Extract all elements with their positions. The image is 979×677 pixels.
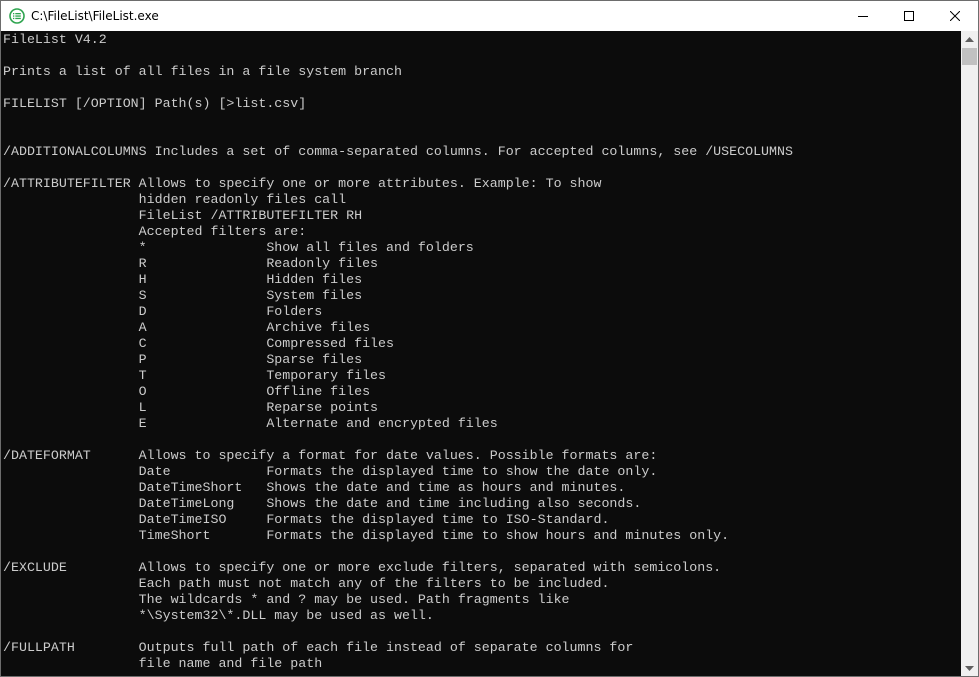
console-line: Accepted filters are:: [3, 224, 307, 239]
console-line: Prints a list of all files in a file sys…: [3, 64, 402, 79]
console-line: E Alternate and encrypted files: [3, 416, 498, 431]
console-line: L Reparse points: [3, 400, 379, 415]
scroll-thumb[interactable]: [962, 48, 977, 65]
console-line: /ADDITIONALCOLUMNS Includes a set of com…: [3, 144, 793, 159]
console-line: C Compressed files: [3, 336, 394, 351]
console-line: file name and file path: [3, 656, 323, 671]
vertical-scrollbar[interactable]: [961, 31, 978, 676]
console-line: O Offline files: [3, 384, 371, 399]
filelist-app-icon: [9, 8, 25, 24]
console-line: * Show all files and folders: [3, 240, 474, 255]
console-line: *\System32\*.DLL may be used as well.: [3, 608, 434, 623]
console-line: R Readonly files: [3, 256, 379, 271]
console-line: T Temporary files: [3, 368, 387, 383]
close-button[interactable]: [932, 1, 978, 31]
console-line: D Folders: [3, 304, 323, 319]
console-line: FileList /ATTRIBUTEFILTER RH: [3, 208, 363, 223]
console-line: DateTimeISO Formats the displayed time t…: [3, 512, 610, 527]
console-line: /DATEFORMAT Allows to specify a format f…: [3, 448, 658, 463]
console-line: /ATTRIBUTEFILTER Allows to specify one o…: [3, 176, 602, 191]
console-output[interactable]: FileList V4.2 Prints a list of all files …: [1, 31, 961, 676]
scroll-down-arrow-icon: [965, 665, 974, 671]
console-line: H Hidden files: [3, 272, 363, 287]
console-line: Each path must not match any of the filt…: [3, 576, 610, 591]
maximize-icon: [904, 11, 914, 21]
scroll-down-button[interactable]: [961, 659, 978, 676]
scroll-up-button[interactable]: [961, 31, 978, 48]
window-title: C:\FileList\FileList.exe: [31, 9, 159, 23]
console-line: S System files: [3, 288, 363, 303]
console-window: C:\FileList\FileList.exe FileList V4.2 Pr…: [0, 0, 979, 677]
console-line: Date Formats the displayed time to show …: [3, 464, 658, 479]
console-line: FILELIST [/OPTION] Path(s) [>list.csv]: [3, 96, 307, 111]
console-line: DateTimeLong Shows the date and time inc…: [3, 496, 642, 511]
console-line: DateTimeShort Shows the date and time as…: [3, 480, 626, 495]
console-line: TimeShort Formats the displayed time to …: [3, 528, 730, 543]
scroll-up-arrow-icon: [965, 36, 974, 42]
console-line: hidden readonly files call: [3, 192, 347, 207]
minimize-icon: [858, 16, 868, 17]
console-line: A Archive files: [3, 320, 371, 335]
title-bar[interactable]: C:\FileList\FileList.exe: [1, 1, 978, 31]
console-line: FileList V4.2: [3, 32, 107, 47]
maximize-button[interactable]: [886, 1, 932, 31]
minimize-button[interactable]: [840, 1, 886, 31]
console-line: /FULLPATH Outputs full path of each file…: [3, 640, 634, 655]
console-line: P Sparse files: [3, 352, 363, 367]
close-icon: [950, 11, 960, 21]
console-line: /EXCLUDE Allows to specify one or more e…: [3, 560, 722, 575]
console-line: The wildcards * and ? may be used. Path …: [3, 592, 570, 607]
